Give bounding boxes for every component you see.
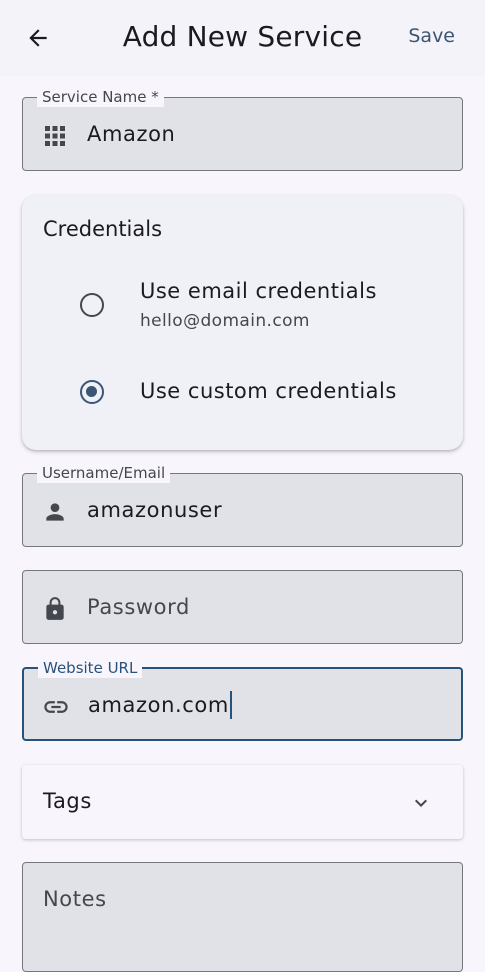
radio-label-email-credentials: Use email credentials: [140, 279, 377, 303]
username-field[interactable]: Username/Email amazonuser: [22, 463, 463, 547]
arrow-left-icon: [29, 29, 47, 47]
credentials-title: Credentials: [43, 217, 163, 241]
radio-option-custom-credentials[interactable]: Use custom credentials: [22, 377, 463, 409]
tags-label: Tags: [43, 789, 92, 813]
apps-grid-icon: [41, 122, 69, 150]
website-url-field[interactable]: Website URL amazon.com: [22, 658, 463, 741]
website-url-value: amazon.com: [88, 693, 229, 717]
service-name-label: Service Name *: [37, 87, 164, 107]
back-button[interactable]: [22, 22, 54, 54]
username-label: Username/Email: [37, 463, 171, 483]
password-field[interactable]: Password: [22, 570, 463, 644]
email-address-text: hello@domain.com: [140, 311, 310, 331]
tags-dropdown[interactable]: Tags: [22, 765, 463, 839]
radio-option-email-credentials[interactable]: Use email credentials hello@domain.com: [22, 279, 463, 339]
service-name-input[interactable]: Amazon: [87, 120, 175, 148]
website-url-input[interactable]: amazon.com: [88, 691, 232, 719]
text-cursor: [229, 691, 232, 719]
person-icon: [41, 498, 69, 526]
service-name-field[interactable]: Service Name * Amazon: [22, 87, 463, 171]
link-icon: [42, 693, 70, 721]
app-bar: Add New Service Save: [0, 0, 485, 76]
radio-label-custom-credentials: Use custom credentials: [140, 379, 397, 403]
chevron-down-icon: [415, 799, 427, 807]
website-url-label: Website URL: [38, 658, 143, 678]
lock-icon: [41, 595, 69, 623]
credentials-card: Credentials Use email credentials hello@…: [22, 195, 463, 450]
username-input[interactable]: amazonuser: [87, 496, 222, 524]
radio-custom-credentials[interactable]: [80, 380, 104, 404]
notes-field[interactable]: Notes: [22, 862, 463, 972]
radio-email-credentials[interactable]: [80, 293, 104, 317]
notes-input[interactable]: Notes: [43, 887, 107, 911]
password-input[interactable]: Password: [87, 593, 190, 621]
save-button[interactable]: Save: [408, 25, 455, 47]
